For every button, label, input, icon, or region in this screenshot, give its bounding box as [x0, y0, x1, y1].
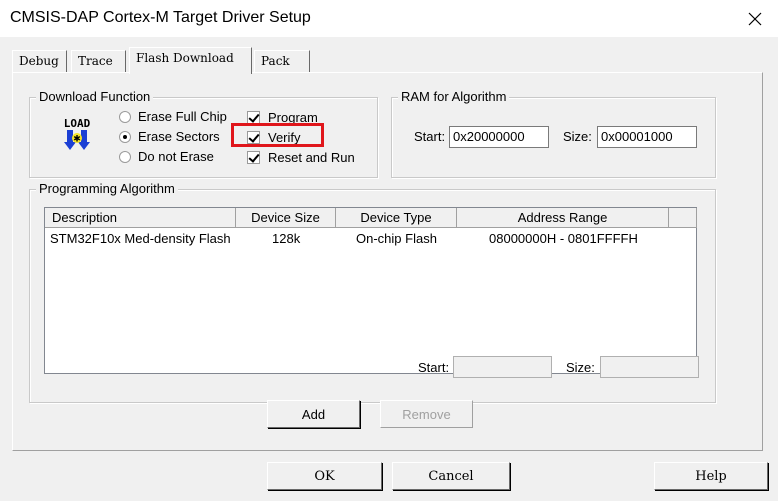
- close-icon: [748, 12, 762, 26]
- checkbox-box[interactable]: [247, 151, 260, 164]
- window-title: CMSIS-DAP Cortex-M Target Driver Setup: [10, 9, 311, 26]
- ok-button[interactable]: OK: [267, 462, 382, 490]
- radio-erase-full-chip[interactable]: Erase Full Chip: [119, 109, 227, 124]
- checkbox-reset-and-run[interactable]: Reset and Run: [247, 150, 355, 165]
- tab-debug[interactable]: Debug: [12, 50, 67, 72]
- svg-text:LOAD: LOAD: [64, 117, 91, 130]
- load-icon: LOAD ✱: [57, 116, 97, 156]
- tab-label: Pack: [261, 54, 290, 68]
- tab-pack[interactable]: Pack: [254, 50, 310, 72]
- ram-for-algorithm-label: RAM for Algorithm: [398, 89, 510, 104]
- algo-size-label: Size:: [566, 360, 595, 375]
- tab-label: Trace: [78, 54, 113, 68]
- radio-label: Erase Sectors: [138, 129, 220, 144]
- radio-do-not-erase[interactable]: Do not Erase: [119, 149, 214, 164]
- tab-trace[interactable]: Trace: [71, 50, 126, 72]
- programming-algorithm-group: Programming Algorithm Start: Size:: [29, 181, 716, 403]
- ram-size-field[interactable]: 0x00001000: [597, 126, 697, 148]
- algo-size-field[interactable]: [600, 356, 699, 378]
- ram-start-field[interactable]: 0x20000000: [449, 126, 549, 148]
- add-button[interactable]: Add: [267, 400, 360, 428]
- radio-circle[interactable]: [119, 110, 131, 123]
- flash-download-panel: Download Function LOAD ✱ Erase Full Chip: [12, 72, 763, 451]
- download-function-label: Download Function: [36, 89, 154, 104]
- radio-erase-sectors[interactable]: Erase Sectors: [119, 129, 220, 144]
- tab-label: Flash Download: [136, 51, 234, 65]
- programming-algorithm-label: Programming Algorithm: [36, 181, 178, 196]
- checkbox-label: Reset and Run: [268, 150, 355, 165]
- algo-start-field[interactable]: [453, 356, 552, 378]
- tab-label: Debug: [19, 54, 59, 68]
- ram-size-label: Size:: [563, 129, 592, 144]
- dialog-client-area: Debug Trace Flash Download Pack Download…: [0, 38, 778, 501]
- title-bar: CMSIS-DAP Cortex-M Target Driver Setup: [0, 0, 778, 38]
- download-function-group: Download Function LOAD ✱ Erase Full Chip: [29, 89, 378, 178]
- tab-flash-download[interactable]: Flash Download: [129, 47, 252, 74]
- radio-circle[interactable]: [119, 130, 131, 143]
- remove-button[interactable]: Remove: [380, 400, 473, 428]
- svg-text:✱: ✱: [73, 135, 81, 145]
- close-button[interactable]: [732, 0, 778, 38]
- ram-for-algorithm-group: RAM for Algorithm Start: 0x20000000 Size…: [391, 89, 716, 178]
- algo-start-label: Start:: [418, 360, 450, 375]
- ram-start-label: Start:: [414, 129, 446, 144]
- radio-label: Erase Full Chip: [138, 109, 227, 124]
- help-button[interactable]: Help: [654, 462, 768, 490]
- radio-circle[interactable]: [119, 150, 131, 163]
- cancel-button[interactable]: Cancel: [392, 462, 510, 490]
- verify-highlight-box: [231, 123, 324, 147]
- radio-label: Do not Erase: [138, 149, 214, 164]
